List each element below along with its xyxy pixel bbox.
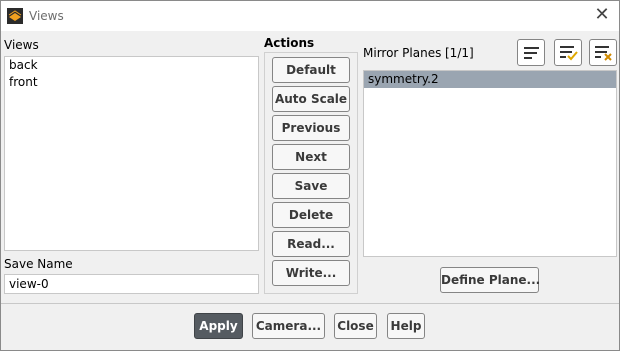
mirror-planes-count: [1/1]	[445, 46, 474, 60]
app-logo-icon	[7, 8, 23, 24]
read-button[interactable]: Read...	[272, 231, 350, 257]
views-label: Views	[4, 38, 39, 52]
delete-button[interactable]: Delete	[272, 202, 350, 228]
select-all-icon[interactable]	[554, 39, 582, 66]
help-button[interactable]: Help	[387, 313, 425, 339]
views-dialog: Views ✕ Views back front Save Name view-…	[0, 0, 620, 351]
list-icon[interactable]	[517, 39, 545, 66]
list-item[interactable]: symmetry.2	[364, 71, 616, 88]
footer-divider	[1, 303, 619, 304]
close-icon[interactable]: ✕	[593, 6, 611, 24]
list-item[interactable]: front	[5, 74, 258, 91]
views-list[interactable]: back front	[4, 56, 259, 251]
deselect-all-icon[interactable]	[589, 39, 617, 66]
title-bar: Views ✕	[1, 1, 619, 31]
save-name-label: Save Name	[4, 257, 73, 271]
write-button[interactable]: Write...	[272, 260, 350, 286]
list-item[interactable]: back	[5, 57, 258, 74]
save-button[interactable]: Save	[272, 173, 350, 199]
save-name-field[interactable]: view-0	[4, 274, 259, 294]
close-button[interactable]: Close	[334, 313, 377, 339]
mirror-planes-label: Mirror Planes	[363, 46, 442, 60]
apply-button[interactable]: Apply	[194, 313, 243, 339]
define-plane-button[interactable]: Define Plane...	[440, 267, 540, 293]
mirror-planes-list[interactable]: symmetry.2	[363, 70, 617, 257]
auto-scale-button[interactable]: Auto Scale	[272, 86, 350, 112]
camera-button[interactable]: Camera...	[252, 313, 325, 339]
previous-button[interactable]: Previous	[272, 115, 350, 141]
next-button[interactable]: Next	[272, 144, 350, 170]
default-button[interactable]: Default	[272, 57, 350, 83]
window-title: Views	[29, 9, 64, 23]
actions-label: Actions	[264, 36, 315, 50]
